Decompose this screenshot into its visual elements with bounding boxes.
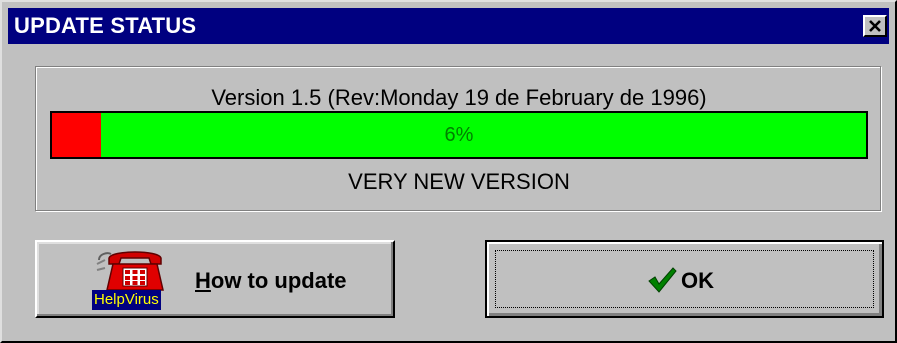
how-to-update-label: How to update: [195, 268, 347, 294]
close-button[interactable]: [863, 15, 887, 37]
update-status-dialog: UPDATE STATUS Version 1.5 (Rev:Monday 19…: [0, 0, 897, 343]
title-bar: UPDATE STATUS: [8, 8, 889, 44]
status-group: Version 1.5 (Rev:Monday 19 de February d…: [35, 66, 881, 211]
close-icon: [869, 20, 881, 32]
helpvirus-badge: HelpVirus: [92, 290, 161, 310]
ok-button[interactable]: OK: [485, 240, 884, 318]
how-to-update-button[interactable]: HelpVirus How to update: [35, 240, 395, 318]
progress-percent-label: 6%: [444, 124, 474, 146]
update-progress-bar: 6%: [50, 111, 868, 159]
how-to-update-label-rest: ow to update: [210, 268, 347, 293]
ok-label: OK: [681, 268, 714, 293]
status-message: VERY NEW VERSION: [348, 169, 570, 194]
version-label: Version 1.5 (Rev:Monday 19 de February d…: [211, 85, 707, 110]
check-icon: [648, 267, 677, 293]
mnemonic-letter: H: [195, 268, 211, 293]
window-title: UPDATE STATUS: [14, 13, 197, 38]
